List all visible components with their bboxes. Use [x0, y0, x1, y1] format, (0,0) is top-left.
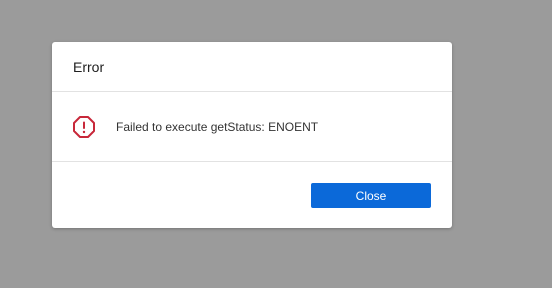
dialog-footer: Close — [52, 162, 452, 228]
dialog-title: Error — [73, 58, 105, 75]
error-dialog: Error Failed to execute getStatus: ENOEN… — [52, 42, 452, 228]
dialog-header: Error — [52, 42, 452, 92]
close-button[interactable]: Close — [311, 183, 431, 208]
error-octagon-icon — [72, 115, 96, 139]
dialog-body: Failed to execute getStatus: ENOENT — [52, 92, 452, 162]
error-message: Failed to execute getStatus: ENOENT — [116, 119, 319, 134]
